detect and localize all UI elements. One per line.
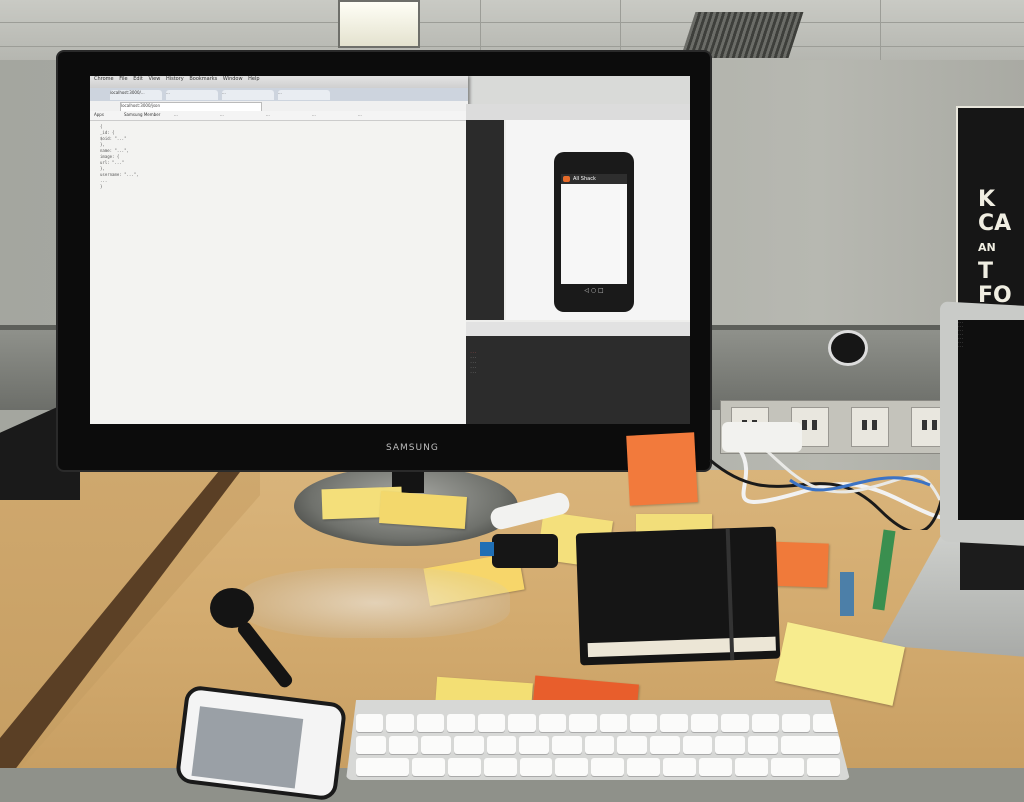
moleskine-notebook [575, 526, 781, 666]
browser-tab-strip: localhost:3000/... ... ... ... [90, 88, 468, 101]
monitor-brand-label: SAMSUNG [386, 443, 439, 453]
menu-item[interactable]: Chrome [94, 76, 114, 82]
ceiling-light [338, 0, 420, 48]
ide-code-editor[interactable] [466, 120, 504, 320]
device-preview: All Shack ◁ ○ □ [554, 152, 634, 312]
layout-preview[interactable]: All Shack ◁ ○ □ [506, 120, 690, 320]
menu-item[interactable]: Bookmarks [189, 76, 217, 82]
bookmark-item[interactable]: Samsung Member [124, 112, 164, 119]
laptop-terminal: ... ... ... ... ... ... ... [958, 320, 1024, 520]
bookmark-item[interactable]: ... [220, 112, 260, 119]
ide-window[interactable]: All Shack ◁ ○ □ ... ... ... ... ... [466, 104, 690, 424]
json-line: } [100, 184, 103, 189]
plastic-wrapper [240, 568, 510, 638]
bookmark-item[interactable]: ... [174, 112, 214, 119]
ide-console: ... ... ... ... ... [466, 336, 690, 424]
menu-item[interactable]: History [166, 76, 184, 82]
poster-line: T [978, 259, 994, 284]
android-nav-bar: ◁ ○ □ [584, 287, 604, 294]
bookmark-item[interactable]: ... [358, 112, 398, 119]
smartphone [174, 684, 348, 802]
menu-item[interactable]: Edit [133, 76, 143, 82]
poster: K CA AN T FO [956, 106, 1024, 310]
app-action-bar: All Shack [561, 174, 627, 184]
terminal-line: ... [958, 344, 964, 348]
app-title: All Shack [573, 176, 596, 182]
smartphone-screen [191, 706, 304, 789]
poster-line: K [978, 187, 996, 212]
bookmark-item[interactable]: ... [312, 112, 352, 119]
console-line: ... [470, 370, 477, 374]
monitor-screen: Chrome File Edit View History Bookmarks … [90, 76, 690, 424]
tangled-cables [709, 443, 957, 530]
app-icon [563, 176, 570, 182]
plastic-spoon [210, 588, 254, 628]
wall-sticker [828, 330, 868, 366]
usb-device [480, 534, 558, 568]
poster-line: CA [978, 211, 1012, 236]
menu-item[interactable]: Help [248, 76, 259, 82]
ide-tab-bar [466, 104, 690, 120]
notebook-pages [587, 636, 776, 658]
lighter [840, 572, 854, 616]
browser-window[interactable]: Chrome File Edit View History Bookmarks … [90, 76, 468, 424]
ide-panel-toolbar [466, 322, 690, 336]
browser-tab[interactable]: ... [278, 90, 330, 100]
power-adapter [722, 422, 802, 452]
sticky-note-yellow [378, 491, 468, 529]
laptop-keyboard [960, 540, 1024, 590]
browser-tab[interactable]: localhost:3000/... [110, 90, 162, 100]
menu-item[interactable]: Window [223, 76, 243, 82]
browser-tab[interactable]: ... [222, 90, 274, 100]
keyboard [346, 700, 850, 780]
menu-item[interactable]: File [119, 76, 127, 82]
bookmark-item[interactable]: ... [266, 112, 306, 119]
browser-tab[interactable]: ... [166, 90, 218, 100]
poster-line: AN [978, 241, 996, 254]
app-screen [561, 184, 627, 284]
browser-menubar: Chrome File Edit View History Bookmarks … [90, 76, 468, 88]
json-content: { _id: { $oid: "..." }, name: "...", ima… [100, 124, 460, 190]
sticky-note-orange [626, 432, 698, 506]
menu-item[interactable]: View [148, 76, 160, 82]
bookmarks-bar: Apps Samsung Member ... ... ... ... ... [90, 111, 468, 121]
